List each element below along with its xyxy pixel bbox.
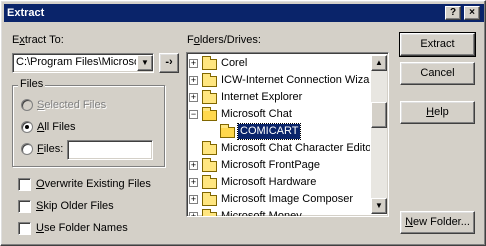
open-folder-icon xyxy=(202,107,217,121)
extract-to-path: C:\Program Files\Microso xyxy=(16,56,136,68)
folder-icon xyxy=(202,56,217,70)
skip-older-checkbox[interactable] xyxy=(18,200,31,213)
title-bar: Extract ? × xyxy=(4,4,484,22)
expand-icon[interactable]: + xyxy=(189,59,198,68)
folder-icon xyxy=(202,73,217,87)
dialog-title: Extract xyxy=(7,7,45,19)
folder-tree-viewport: + Corel + ICW-Internet Connection Wizard… xyxy=(189,55,370,216)
selected-files-radio xyxy=(21,99,33,111)
skip-older-label[interactable]: Skip Older Files xyxy=(36,200,114,213)
files-pattern-label[interactable]: Files: xyxy=(37,143,63,156)
folder-icon xyxy=(202,90,217,104)
scroll-thumb[interactable] xyxy=(371,102,387,128)
folder-icon xyxy=(202,175,217,189)
use-folder-names-label[interactable]: Use Folder Names xyxy=(36,222,128,235)
collapse-icon[interactable]: − xyxy=(189,110,198,119)
overwrite-existing-checkbox[interactable] xyxy=(18,178,31,191)
files-group-title: Files xyxy=(18,78,46,91)
all-files-label[interactable]: All Files xyxy=(37,121,76,134)
expand-icon[interactable]: + xyxy=(189,212,198,216)
new-folder-button[interactable]: New Folder... xyxy=(400,211,475,234)
extract-dialog: Extract ? × Extract To: C:\Program Files… xyxy=(0,0,486,246)
overwrite-existing-label[interactable]: Overwrite Existing Files xyxy=(36,178,151,191)
expand-icon[interactable]: + xyxy=(189,195,198,204)
expand-icon[interactable]: + xyxy=(189,161,198,170)
help-title-button[interactable]: ? xyxy=(445,6,461,20)
go-arrow-button[interactable]: -› xyxy=(159,53,179,73)
expand-icon[interactable]: + xyxy=(189,76,198,85)
use-folder-names-checkbox[interactable] xyxy=(18,222,31,235)
files-pattern-input[interactable] xyxy=(67,140,153,160)
folders-drives-label: Folders/Drives: xyxy=(187,34,261,46)
selected-folder-label: COMICART xyxy=(236,123,302,140)
close-title-button[interactable]: × xyxy=(464,6,480,20)
extract-button[interactable]: Extract xyxy=(399,32,476,57)
extract-to-combo[interactable]: C:\Program Files\Microso ▼ xyxy=(12,53,154,73)
combo-dropdown-button[interactable]: ▼ xyxy=(137,55,153,71)
folder-tree[interactable]: + Corel + ICW-Internet Connection Wizard… xyxy=(186,52,389,217)
folder-icon xyxy=(202,141,217,155)
folder-icon xyxy=(202,158,217,172)
all-files-radio[interactable] xyxy=(21,121,33,133)
files-pattern-radio[interactable] xyxy=(21,143,33,155)
cancel-button[interactable]: Cancel xyxy=(400,62,475,85)
tree-scrollbar[interactable]: ▲ ▼ xyxy=(371,55,387,214)
scroll-up-button[interactable]: ▲ xyxy=(371,55,387,71)
folder-icon xyxy=(202,192,217,206)
help-button[interactable]: Help xyxy=(400,101,475,124)
expand-icon[interactable]: + xyxy=(189,178,198,187)
expand-icon[interactable]: + xyxy=(189,93,198,102)
extract-to-label: Extract To: xyxy=(12,34,64,46)
folder-icon xyxy=(202,209,217,216)
scroll-down-button[interactable]: ▼ xyxy=(371,198,387,214)
open-folder-icon xyxy=(220,124,235,138)
selected-files-label: Selected Files xyxy=(37,99,107,111)
